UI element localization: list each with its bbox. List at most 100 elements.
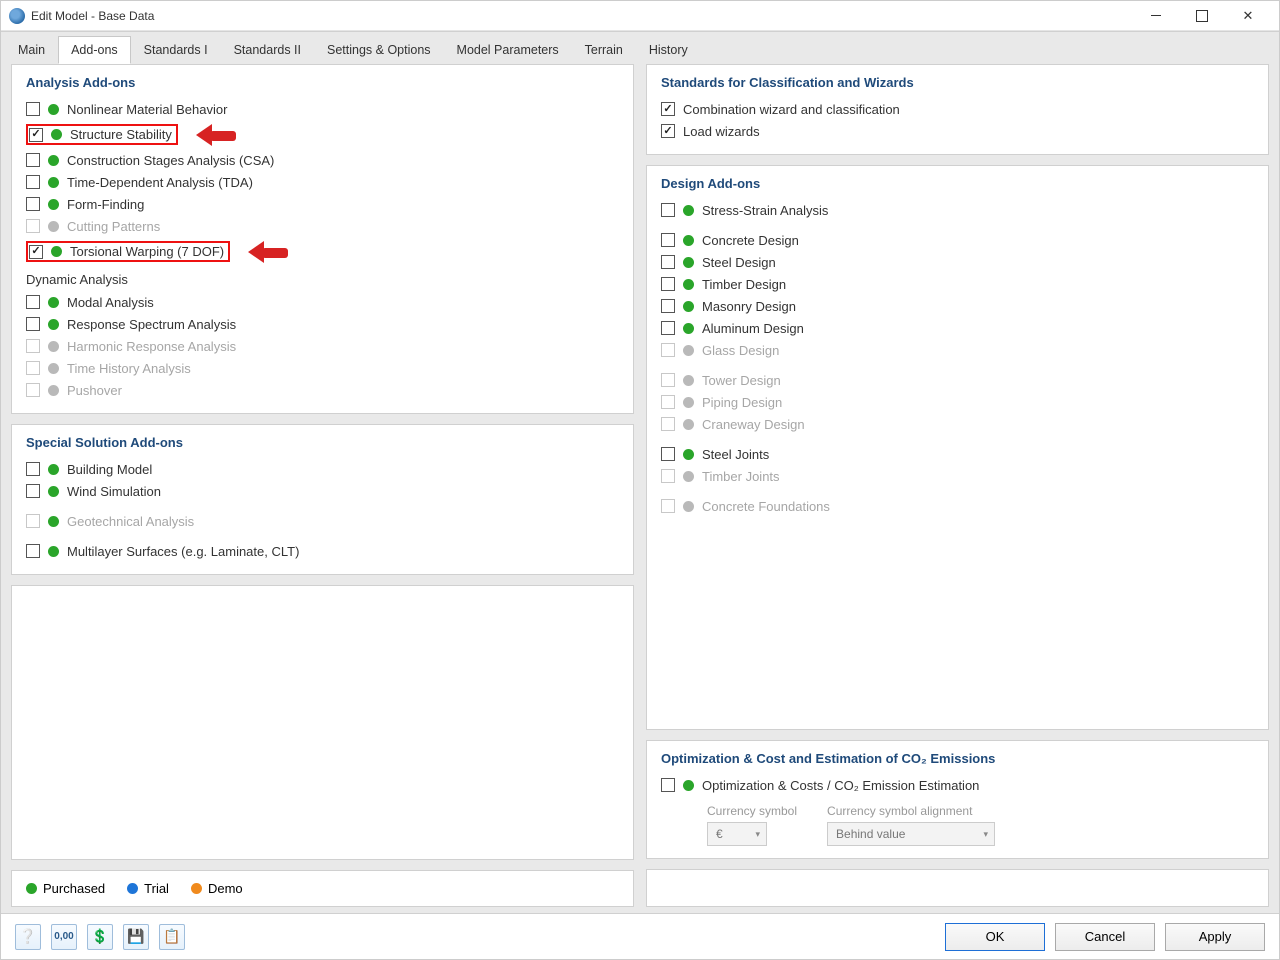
checkbox[interactable] xyxy=(29,128,43,142)
currency-align-label: Currency symbol alignment xyxy=(827,804,995,818)
units-icon[interactable]: 0,00 xyxy=(51,924,77,950)
help-icon[interactable]: ❔ xyxy=(15,924,41,950)
option-label: Time History Analysis xyxy=(67,361,191,376)
checkbox[interactable] xyxy=(661,124,675,138)
option-label: Response Spectrum Analysis xyxy=(67,317,236,332)
option-row: Combination wizard and classification xyxy=(661,98,1254,120)
legend-panel: Purchased Trial Demo xyxy=(11,870,634,907)
checkbox[interactable] xyxy=(661,447,675,461)
option-label: Time-Dependent Analysis (TDA) xyxy=(67,175,253,190)
standards-title: Standards for Classification and Wizards xyxy=(661,75,1254,90)
option-label: Geotechnical Analysis xyxy=(67,514,194,529)
dialog-window: Edit Model - Base Data MainAdd-onsStanda… xyxy=(0,0,1280,960)
checkbox[interactable] xyxy=(661,203,675,217)
status-dot xyxy=(683,301,694,312)
option-label: Wind Simulation xyxy=(67,484,161,499)
checkbox[interactable] xyxy=(26,102,40,116)
option-row: Construction Stages Analysis (CSA) xyxy=(26,149,619,171)
checkbox[interactable] xyxy=(661,233,675,247)
currency-icon[interactable]: 💲 xyxy=(87,924,113,950)
empty-panel-left xyxy=(11,585,634,860)
option-row: Piping Design xyxy=(661,391,1254,413)
checkbox[interactable] xyxy=(661,299,675,313)
maximize-button[interactable] xyxy=(1179,2,1225,30)
option-row: Craneway Design xyxy=(661,413,1254,435)
status-dot xyxy=(683,257,694,268)
optimization-item: Optimization & Costs / CO₂ Emission Esti… xyxy=(661,774,1254,796)
legend-trial: Trial xyxy=(144,881,169,896)
currency-symbol-select[interactable]: €▾ xyxy=(707,822,767,846)
status-dot xyxy=(48,199,59,210)
checkbox[interactable] xyxy=(661,102,675,116)
status-dot xyxy=(683,419,694,430)
checkbox xyxy=(661,417,675,431)
checkbox[interactable] xyxy=(26,317,40,331)
checkbox[interactable] xyxy=(26,153,40,167)
titlebar: Edit Model - Base Data xyxy=(1,1,1279,31)
highlight-box: Torsional Warping (7 DOF) xyxy=(26,241,230,262)
option-row: Timber Design xyxy=(661,273,1254,295)
checkbox xyxy=(661,469,675,483)
empty-panel-right xyxy=(646,869,1269,907)
option-label: Craneway Design xyxy=(702,417,805,432)
status-dot xyxy=(683,323,694,334)
tab-add-ons[interactable]: Add-ons xyxy=(58,36,131,64)
option-row: Nonlinear Material Behavior xyxy=(26,98,619,120)
checkbox[interactable] xyxy=(29,245,43,259)
optimization-checkbox[interactable] xyxy=(661,778,675,792)
legend-demo-dot xyxy=(191,883,202,894)
option-label: Steel Design xyxy=(702,255,776,270)
checkbox[interactable] xyxy=(26,175,40,189)
option-row: Tower Design xyxy=(661,369,1254,391)
option-label: Timber Joints xyxy=(702,469,780,484)
option-row: Steel Design xyxy=(661,251,1254,273)
option-row: Concrete Foundations xyxy=(661,495,1254,517)
checkbox xyxy=(26,383,40,397)
option-label: Form-Finding xyxy=(67,197,144,212)
tab-main[interactable]: Main xyxy=(5,36,58,64)
option-label: Structure Stability xyxy=(70,127,172,142)
ok-button[interactable]: OK xyxy=(945,923,1045,951)
tab-terrain[interactable]: Terrain xyxy=(572,36,636,64)
option-row: Response Spectrum Analysis xyxy=(26,313,619,335)
tab-standards-ii[interactable]: Standards II xyxy=(221,36,314,64)
option-label: Aluminum Design xyxy=(702,321,804,336)
standards-panel: Standards for Classification and Wizards… xyxy=(646,64,1269,155)
option-row: Masonry Design xyxy=(661,295,1254,317)
tab-settings-options[interactable]: Settings & Options xyxy=(314,36,444,64)
checkbox[interactable] xyxy=(661,321,675,335)
checkbox[interactable] xyxy=(26,197,40,211)
status-dot xyxy=(48,385,59,396)
checkbox xyxy=(661,343,675,357)
checkbox[interactable] xyxy=(661,255,675,269)
checkbox[interactable] xyxy=(26,484,40,498)
checkbox[interactable] xyxy=(26,462,40,476)
option-label: Nonlinear Material Behavior xyxy=(67,102,227,117)
design-addons-panel: Design Add-ons Stress-Strain AnalysisCon… xyxy=(646,165,1269,730)
status-dot xyxy=(683,205,694,216)
checkbox[interactable] xyxy=(661,277,675,291)
option-label: Masonry Design xyxy=(702,299,796,314)
legend-trial-dot xyxy=(127,883,138,894)
tab-history[interactable]: History xyxy=(636,36,701,64)
close-button[interactable] xyxy=(1225,2,1271,30)
option-row: Aluminum Design xyxy=(661,317,1254,339)
status-dot xyxy=(48,297,59,308)
minimize-button[interactable] xyxy=(1133,2,1179,30)
status-dot xyxy=(51,246,62,257)
option-label: Stress-Strain Analysis xyxy=(702,203,828,218)
checkbox[interactable] xyxy=(26,295,40,309)
status-dot xyxy=(48,104,59,115)
cancel-button[interactable]: Cancel xyxy=(1055,923,1155,951)
option-label: Steel Joints xyxy=(702,447,769,462)
option-row: Pushover xyxy=(26,379,619,401)
currency-align-select[interactable]: Behind value▾ xyxy=(827,822,995,846)
copy-icon[interactable]: 📋 xyxy=(159,924,185,950)
checkbox xyxy=(661,395,675,409)
status-dot xyxy=(48,319,59,330)
checkbox[interactable] xyxy=(26,544,40,558)
save-icon[interactable]: 💾 xyxy=(123,924,149,950)
apply-button[interactable]: Apply xyxy=(1165,923,1265,951)
tab-standards-i[interactable]: Standards I xyxy=(131,36,221,64)
tab-model-parameters[interactable]: Model Parameters xyxy=(444,36,572,64)
